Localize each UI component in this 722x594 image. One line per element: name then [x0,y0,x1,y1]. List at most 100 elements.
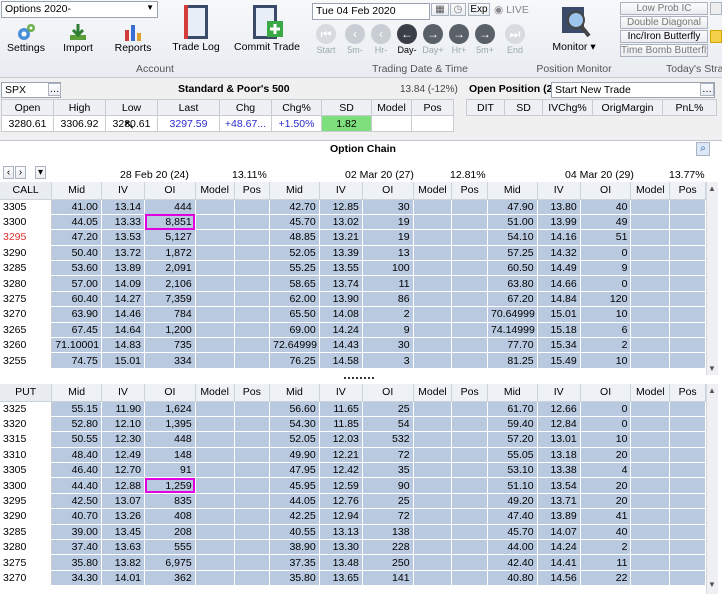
model-cell[interactable] [195,447,235,464]
iv-cell[interactable]: 14.43 [319,337,363,354]
iv-cell[interactable]: 15.01 [537,306,581,323]
oi-cell[interactable]: 10 [580,306,632,323]
model-cell[interactable] [195,245,235,262]
iv-cell[interactable]: 12.49 [101,447,146,464]
column-header[interactable]: Pos [669,384,706,402]
commit-trade-button[interactable]: Commit Trade [234,3,300,53]
oi-cell[interactable]: 5,127 [144,229,196,246]
mid-cell[interactable]: 55.05 [487,447,538,464]
table-row[interactable]: 3280 37.40 13.63 555 38.90 13.30 228 44.00 14.24… [0,539,706,556]
import-button[interactable]: Import [56,22,100,54]
mid-cell[interactable]: 59.40 [487,416,538,433]
mid-cell[interactable]: 42.25 [269,508,320,525]
mid-cell[interactable]: 42.50 [51,493,102,510]
mid-cell[interactable]: 42.70 [269,199,320,215]
column-header[interactable]: Pos [451,384,488,402]
iv-cell[interactable]: 14.24 [537,539,581,556]
model-cell[interactable] [195,275,235,292]
pos-cell[interactable] [451,322,488,339]
pos-cell[interactable] [669,275,706,292]
iv-cell[interactable]: 11.65 [319,401,363,417]
pos-cell[interactable] [669,416,706,433]
pos-cell[interactable] [234,539,271,556]
iv-cell[interactable]: 14.09 [101,275,146,292]
oi-cell[interactable]: 9 [362,322,414,339]
oi-cell[interactable]: 8,851 [144,214,196,231]
pos-cell[interactable] [669,337,706,354]
table-row[interactable]: 3275 60.40 14.27 7,359 62.00 13.90 86 67.20 14.8… [0,291,706,308]
mid-cell[interactable]: 41.00 [51,199,102,215]
pos-cell[interactable] [451,306,488,323]
model-cell[interactable] [195,416,235,433]
iv-cell[interactable]: 12.42 [319,462,363,479]
pos-cell[interactable] [451,352,488,369]
pos-cell[interactable] [669,352,706,369]
iv-cell[interactable]: 14.01 [101,570,146,587]
mid-cell[interactable]: 76.25 [269,352,320,369]
table-row[interactable]: 3265 67.45 14.64 1,200 69.00 14.24 9 74.14999 15… [0,322,706,339]
mid-cell[interactable]: 49.20 [487,493,538,510]
model-cell[interactable] [195,199,235,215]
mid-cell[interactable]: 65.50 [269,306,320,323]
scroll-up-icon[interactable]: ▲ [708,184,716,193]
pos-cell[interactable] [669,322,706,339]
oi-cell[interactable]: 19 [362,214,414,231]
iv-cell[interactable]: 13.63 [101,539,146,556]
iv-cell[interactable]: 13.02 [319,214,363,231]
strategy-double-diagonal[interactable]: Double Diagonal [620,16,708,29]
iv-cell[interactable]: 13.65 [319,570,363,587]
mid-cell[interactable]: 45.70 [269,214,320,231]
oi-cell[interactable]: 20 [580,493,632,510]
pos-cell[interactable] [234,508,271,525]
pos-cell[interactable] [451,275,488,292]
column-header[interactable]: Mid [269,182,320,200]
column-header[interactable]: Model [195,182,235,200]
pos-cell[interactable] [234,322,271,339]
column-header[interactable]: Model [630,182,671,200]
oi-cell[interactable]: 141 [362,570,414,587]
oi-cell[interactable]: 6 [580,322,632,339]
pos-cell[interactable] [451,245,488,262]
iv-cell[interactable]: 13.80 [537,199,581,215]
pos-cell[interactable] [451,199,488,215]
iv-cell[interactable]: 13.55 [319,260,363,277]
oi-cell[interactable]: 1,872 [144,245,196,262]
iv-cell[interactable]: 13.89 [537,508,581,525]
oi-cell[interactable]: 208 [144,524,196,541]
model-cell[interactable] [195,337,235,354]
pos-cell[interactable] [234,462,271,479]
iv-cell[interactable]: 14.56 [537,570,581,587]
iv-cell[interactable]: 12.10 [101,416,146,433]
iv-cell[interactable]: 12.85 [319,199,363,215]
iv-cell[interactable]: 13.26 [101,508,146,525]
column-header[interactable]: OI [580,384,632,402]
mid-cell[interactable]: 52.05 [269,245,320,262]
column-header[interactable]: Mid [487,182,538,200]
oi-cell[interactable]: 362 [144,570,196,587]
pos-cell[interactable] [234,554,271,571]
pos-cell[interactable] [234,229,271,246]
iv-cell[interactable]: 12.70 [101,462,146,479]
pos-cell[interactable] [669,447,706,464]
column-header[interactable]: Pos [234,384,271,402]
mid-cell[interactable]: 38.90 [269,539,320,556]
table-row[interactable]: 3310 48.40 12.49 148 49.90 12.21 72 55.05 13.18 2… [0,447,706,464]
iv-cell[interactable]: 15.18 [537,322,581,339]
model-cell[interactable] [195,508,235,525]
oi-cell[interactable]: 11 [580,554,632,571]
live-toggle[interactable]: ◉ LIVE [494,4,529,16]
oi-cell[interactable]: 10 [580,352,632,369]
model-cell[interactable] [413,352,453,369]
trading-date-field[interactable]: Tue 04 Feb 2020 [312,3,430,20]
oi-cell[interactable]: 30 [362,199,414,215]
pos-cell[interactable] [234,260,271,277]
table-row[interactable]: 3300 44.40 12.88 1,259 45.95 12.59 90 51.10 13.5… [0,477,706,494]
oi-cell[interactable]: 72 [362,508,414,525]
column-header[interactable]: IV [537,384,581,402]
model-cell[interactable] [413,214,453,231]
mid-cell[interactable]: 63.80 [487,275,538,292]
mid-cell[interactable]: 47.40 [487,508,538,525]
model-cell[interactable] [195,291,235,308]
column-header[interactable]: IV [319,182,363,200]
strategy-low-prob-ic[interactable]: Low Prob IC [620,2,708,15]
